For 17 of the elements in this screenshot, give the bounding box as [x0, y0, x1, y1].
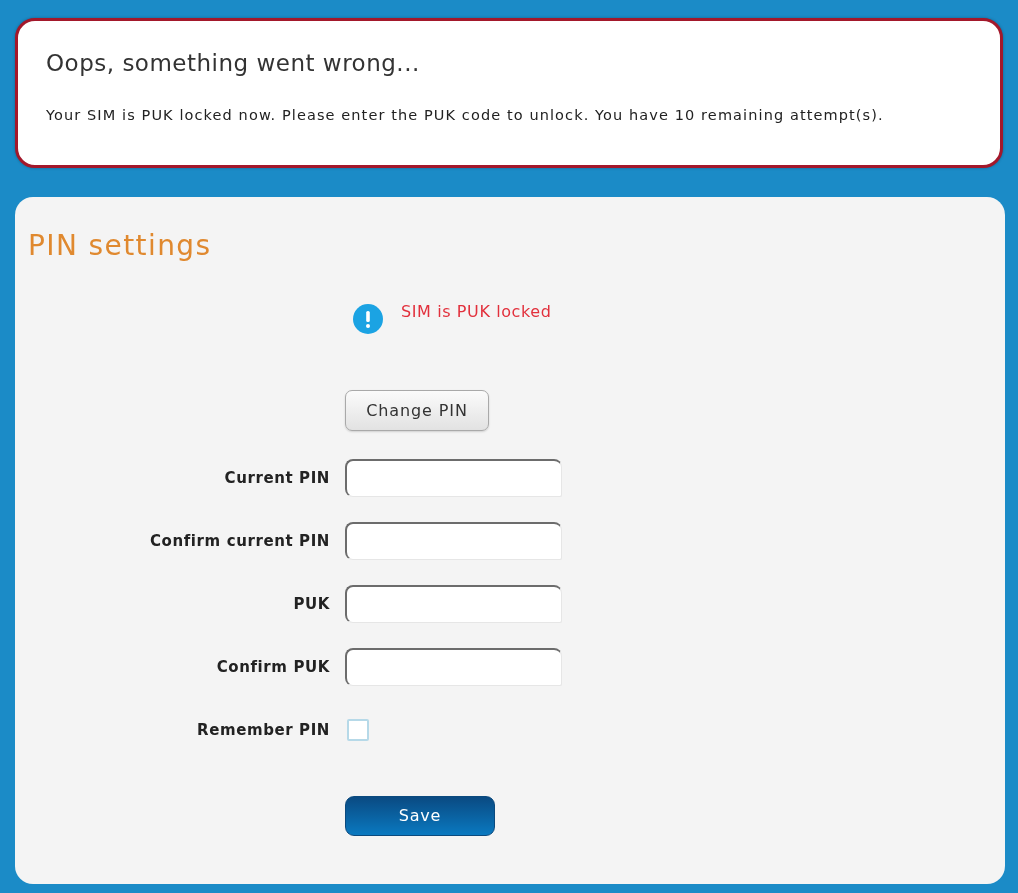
field-label: Confirm PUK — [215, 656, 330, 678]
panel-title: PIN settings — [28, 229, 213, 263]
exclamation-icon — [353, 304, 383, 334]
error-message: Your SIM is PUK locked now. Please enter the PUK code to unlock. You have 10 remaining attempt(s). — [46, 106, 885, 125]
remember-checkbox[interactable] — [347, 719, 369, 741]
field-label: Remember PIN — [196, 719, 330, 741]
field-label: Current PIN — [223, 467, 330, 489]
field-label: Confirm current PIN — [148, 530, 330, 552]
field-label: PUK — [292, 593, 330, 615]
error-title: Oops, something went wrong... — [46, 49, 421, 78]
input-field[interactable] — [345, 459, 562, 497]
save-button[interactable]: Save — [345, 796, 495, 836]
status-message: SIM is PUK locked — [401, 301, 552, 323]
input-field[interactable] — [345, 648, 562, 686]
change-pin-button[interactable]: Change PIN — [345, 390, 489, 431]
input-field[interactable] — [345, 585, 562, 623]
input-field[interactable] — [345, 522, 562, 560]
